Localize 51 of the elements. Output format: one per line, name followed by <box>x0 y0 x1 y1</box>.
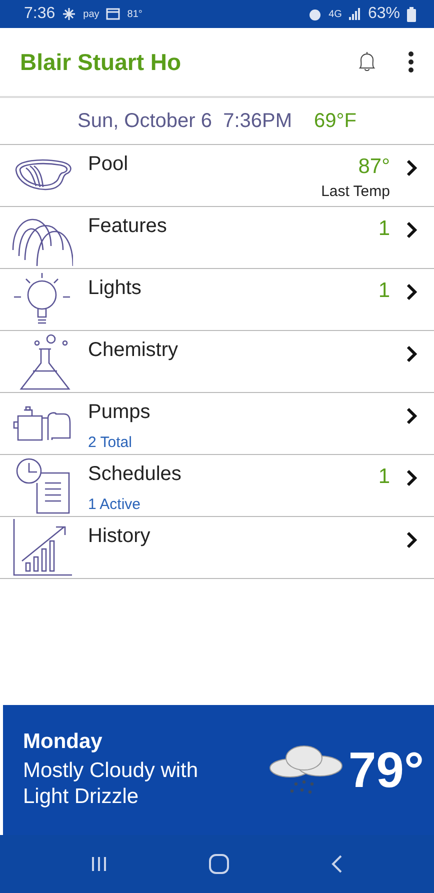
menu-row[interactable]: Pumps 2 Total <box>0 393 434 455</box>
chevron-right-icon <box>406 531 418 549</box>
chevron-right-icon <box>406 159 418 177</box>
menu-row[interactable]: Features 1 <box>0 207 434 269</box>
status-temperature: 81° <box>127 8 142 20</box>
signal-icon <box>348 8 361 20</box>
weather-temperature: 79° <box>348 741 424 799</box>
account-title: Blair Stuart Ho <box>20 48 182 76</box>
outdoor-temperature: 69°F <box>314 110 357 132</box>
menu-label: Pool <box>88 153 130 176</box>
menu-label: Chemistry <box>88 339 180 362</box>
menu-label: Pumps <box>88 401 152 424</box>
menu-caption: Last Temp <box>321 183 390 200</box>
menu-label: Lights <box>88 277 142 300</box>
pump-icon <box>12 404 72 444</box>
snowflake-icon <box>62 7 76 21</box>
menu-label: History <box>88 525 152 548</box>
more-vertical-icon <box>408 51 414 73</box>
menu-value: 87° <box>358 155 390 179</box>
home-icon <box>208 853 230 875</box>
menu-value: 1 <box>378 279 390 303</box>
back-icon <box>330 854 344 874</box>
pay-icon-label: pay <box>83 8 100 20</box>
bell-icon <box>356 51 378 73</box>
network-type: 4G <box>328 8 342 20</box>
menu-value: 1 <box>378 217 390 241</box>
menu-row[interactable]: Lights 1 <box>0 269 434 331</box>
status-time: 7:36 <box>24 5 56 23</box>
weather-day: Monday <box>23 730 268 754</box>
chevron-right-icon <box>406 221 418 239</box>
growth-chart-icon <box>12 518 72 576</box>
chevron-right-icon <box>406 407 418 425</box>
rain-cloud-icon <box>268 744 344 796</box>
chevron-right-icon <box>406 283 418 301</box>
menu-value: 1 <box>378 465 390 489</box>
weather-condition: Mostly Cloudy with Light Drizzle <box>23 758 200 810</box>
calendar-icon <box>106 8 120 20</box>
menu-label: Schedules <box>88 463 182 486</box>
menu-row[interactable]: Chemistry <box>0 331 434 393</box>
battery-percent: 63% <box>368 5 400 23</box>
chevron-right-icon <box>406 345 418 363</box>
date-time: Sun, October 6 7:36PM <box>77 110 292 132</box>
menu-row[interactable]: History <box>0 517 434 579</box>
menu-row[interactable]: Pool 87° Last Temp <box>0 145 434 207</box>
battery-icon <box>407 6 416 22</box>
menu-subtitle: 2 Total <box>88 434 133 451</box>
menu-label: Features <box>88 215 168 238</box>
recent-apps-icon <box>90 855 108 873</box>
chevron-right-icon <box>406 469 418 487</box>
menu-subtitle: 1 Active <box>88 496 142 513</box>
menu-row[interactable]: Schedules 1 Active 1 <box>0 455 434 517</box>
